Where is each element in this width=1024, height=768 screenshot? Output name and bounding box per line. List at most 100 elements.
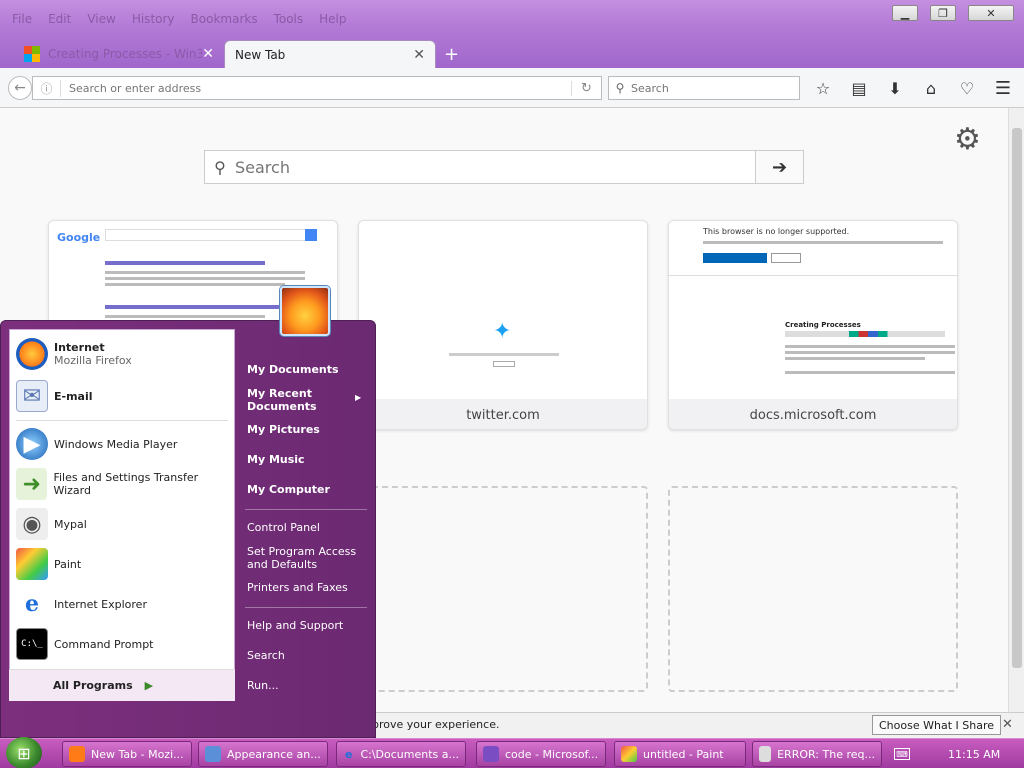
keyboard-icon[interactable]: ⌨ [894,748,910,760]
start-set-program-access[interactable]: Set Program Access and Defaults [247,545,363,571]
mypal-icon [759,746,772,762]
close-notification-icon[interactable]: ✕ [1002,717,1013,732]
tile-empty-slot [358,486,648,692]
start-menu-places-pane: My Documents My Recent Documents ▶ My Pi… [239,329,373,701]
tab-new-tab[interactable]: New Tab ✕ [224,40,436,68]
start-search[interactable]: Search [247,649,285,662]
page-search-input[interactable] [235,151,755,183]
tile-docs-microsoft[interactable]: This browser is no longer supported. Cre… [668,220,958,430]
start-run[interactable]: Run... [247,679,279,692]
internet-explorer-icon: e [344,747,353,761]
search-go-arrow-icon[interactable]: ➔ [755,151,803,183]
close-tab-icon[interactable]: ✕ [202,46,214,62]
google-logo: Google [57,231,101,244]
star-icon[interactable]: ☆ [810,76,836,100]
start-item-label: Command Prompt [54,637,154,651]
hamburger-menu-icon[interactable]: ☰ [990,76,1016,100]
scrollbar-thumb[interactable] [1012,128,1022,668]
menu-history[interactable]: History [124,10,183,30]
start-item-transfer-wizard[interactable]: ➜ Files and Settings Transfer Wizard [16,466,236,502]
menu-view[interactable]: View [79,10,123,30]
menu-edit[interactable]: Edit [40,10,79,30]
taskbar-item-error[interactable]: ERROR: The req... [752,741,882,767]
start-button[interactable]: ⊞ [6,737,42,768]
command-prompt-icon: C:\_ [16,628,48,660]
toolbar-icons: ☆ ▤ ⬇ ⌂ ♡ [810,76,980,100]
search-input[interactable] [631,81,799,95]
taskbar-item-firefox[interactable]: New Tab - Mozi... [62,741,192,767]
paint-icon [16,548,48,580]
start-item-email[interactable]: ✉ E-mail [16,378,236,414]
taskbar-item-paint[interactable]: untitled - Paint [614,741,746,767]
menu-bar: File Edit View History Bookmarks Tools H… [4,10,355,30]
start-my-documents[interactable]: My Documents [247,363,339,376]
pocket-icon[interactable]: ♡ [954,76,980,100]
address-bar[interactable]: ⓘ ↻ [32,76,602,100]
menu-help[interactable]: Help [311,10,354,30]
start-item-internet-explorer[interactable]: e Internet Explorer [16,586,236,622]
taskbar-item-label: ERROR: The req... [777,747,875,761]
start-item-paint[interactable]: Paint [16,546,236,582]
menu-file[interactable]: File [4,10,40,30]
tile-caption: docs.microsoft.com [669,399,957,429]
start-help-and-support[interactable]: Help and Support [247,619,343,632]
start-item-label: Internet Explorer [54,597,147,611]
tile-twitter[interactable]: ✦ twitter.com [358,220,648,430]
address-input[interactable] [61,81,571,95]
minimize-button[interactable]: ▁ [892,5,918,21]
email-icon: ✉ [16,380,48,412]
tab-title: New Tab [235,47,286,62]
start-my-pictures[interactable]: My Pictures [247,423,320,436]
start-control-panel[interactable]: Control Panel [247,521,320,534]
menu-tools[interactable]: Tools [266,10,312,30]
new-tab-icon[interactable]: + [444,44,459,65]
close-window-button[interactable]: ✕ [968,5,1014,21]
start-item-mypal[interactable]: ◉ Mypal [16,506,236,542]
gear-icon[interactable]: ⚙ [954,122,981,157]
start-my-computer[interactable]: My Computer [247,483,330,496]
search-bar[interactable]: ⚲ [608,76,800,100]
start-my-recent-documents[interactable]: My Recent Documents [247,387,357,413]
info-icon[interactable]: ⓘ [33,79,61,97]
all-programs-label: All Programs [53,679,133,692]
taskbar-item-label: code - Microsof... [505,747,599,761]
tab-creating-processes[interactable]: Creating Processes - Win32 ✕ [14,40,224,68]
taskbar-item-appearance[interactable]: Appearance an... [198,741,328,767]
window-titlebar: File Edit View History Bookmarks Tools H… [0,0,1024,68]
media-player-icon: ▶ [16,428,48,460]
close-tab-icon[interactable]: ✕ [413,47,425,63]
clock[interactable]: 11:15 AM [948,748,1000,761]
choose-what-i-share-button[interactable]: Choose What I Share [872,715,1001,735]
tile-caption: twitter.com [359,399,647,429]
menu-bookmarks[interactable]: Bookmarks [183,10,266,30]
back-arrow-icon[interactable]: ← [8,76,32,100]
maximize-button[interactable]: ❐ [930,5,956,21]
thumb-heading: Creating Processes [785,321,861,329]
start-my-music[interactable]: My Music [247,453,305,466]
taskbar-item-code[interactable]: code - Microsof... [476,741,606,767]
start-item-title: Internet [54,341,105,354]
start-printers-and-faxes[interactable]: Printers and Faxes [247,581,348,594]
taskbar-item-label: Appearance an... [227,747,321,761]
start-item-windows-media-player[interactable]: ▶ Windows Media Player [16,426,236,462]
library-icon[interactable]: ▤ [846,76,872,100]
start-item-internet[interactable]: Internet Mozilla Firefox [16,336,236,372]
transfer-wizard-icon: ➜ [16,468,48,500]
tab-strip: Creating Processes - Win32 ✕ New Tab ✕ + [0,40,1024,68]
taskbar-item-documents[interactable]: e C:\Documents a... [336,741,466,767]
page-search-box[interactable]: ⚲ ➔ [204,150,804,184]
start-item-label: Paint [54,557,82,571]
download-icon[interactable]: ⬇ [882,76,908,100]
microsoft-logo-icon [24,46,40,62]
divider [245,607,367,608]
start-item-title: E-mail [54,389,93,403]
all-programs-button[interactable]: All Programs ▶ [9,669,235,701]
vertical-scrollbar[interactable] [1008,108,1024,714]
start-menu-programs-pane: Internet Mozilla Firefox ✉ E-mail ▶ Windo… [9,329,235,701]
home-icon[interactable]: ⌂ [918,76,944,100]
reload-icon[interactable]: ↻ [571,80,601,96]
window-controls: ▁ ❐ ✕ [892,5,1014,21]
taskbar-item-label: New Tab - Mozi... [91,747,184,761]
start-item-command-prompt[interactable]: C:\_ Command Prompt [16,626,236,662]
firefox-icon [16,338,48,370]
